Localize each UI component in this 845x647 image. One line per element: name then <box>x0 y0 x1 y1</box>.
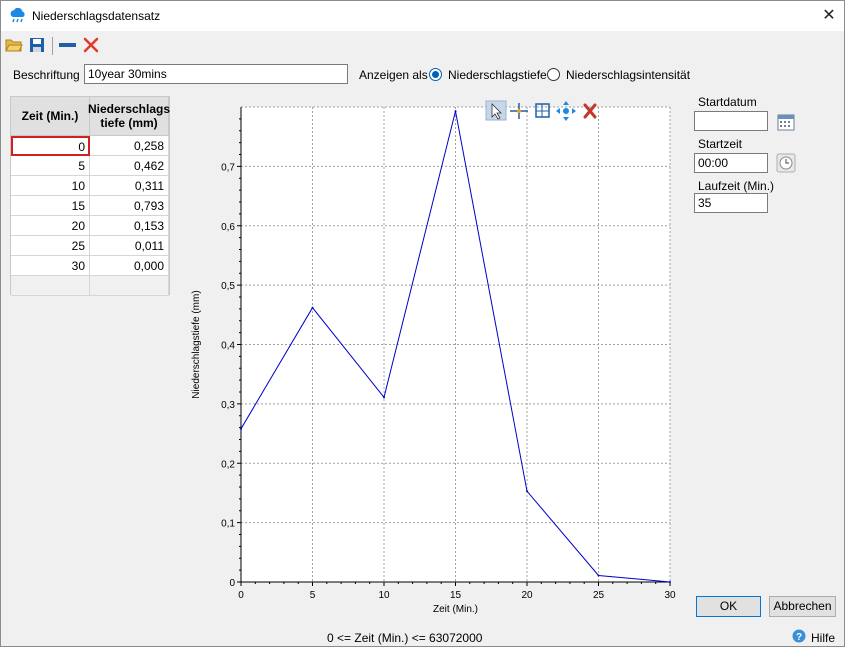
table-row: 5 0,462 <box>11 156 169 176</box>
clock-icon[interactable] <box>776 153 796 173</box>
anzeigen-label: Anzeigen als <box>359 68 428 82</box>
table-cell-tiefe[interactable]: 0,000 <box>90 256 169 276</box>
y-tick-label: 0,1 <box>221 519 235 530</box>
open-folder-icon[interactable] <box>5 36 25 56</box>
beschriftung-label: Beschriftung <box>13 68 80 82</box>
help-icon[interactable]: ? <box>792 629 806 643</box>
data-point <box>454 110 457 113</box>
help-link[interactable]: Hilfe <box>811 631 835 645</box>
cancel-button[interactable]: Abbrechen <box>769 596 836 617</box>
table-cell-zeit[interactable]: 15 <box>11 196 90 216</box>
radio-niederschlagstiefe[interactable] <box>429 68 442 81</box>
save-icon[interactable] <box>28 36 48 56</box>
data-point <box>311 306 314 309</box>
table-cell-zeit[interactable]: 5 <box>11 156 90 176</box>
remove-row-icon[interactable] <box>58 36 78 56</box>
option-niederschlagstiefe-label: Niederschlagstiefe <box>448 68 547 82</box>
y-tick-label: 0,4 <box>221 341 235 352</box>
table-row: 20 0,153 <box>11 216 169 236</box>
data-point <box>526 490 528 493</box>
y-tick-label: 0,6 <box>221 222 235 233</box>
x-axis-label: Zeit (Min.) <box>433 604 478 615</box>
table-cell-zeit[interactable]: 30 <box>11 256 90 276</box>
option-niederschlagsintensitaet-label: Niederschlagsintensität <box>566 68 691 82</box>
startzeit-label: Startzeit <box>698 137 743 151</box>
data-point <box>383 396 385 399</box>
table-cell-zeit[interactable]: 20 <box>11 216 90 236</box>
table-cell-tiefe[interactable]: 0,462 <box>90 156 169 176</box>
dialog-window: Niederschlagsdatensatz ✕ Beschriftung 10… <box>0 0 845 647</box>
x-tick-label: 10 <box>378 590 390 601</box>
table-row: 0 0,258 <box>11 136 169 156</box>
startdatum-label: Startdatum <box>698 95 757 109</box>
data-point <box>669 581 671 583</box>
table-cell-tiefe[interactable]: 0,011 <box>90 236 169 256</box>
x-tick-label: 25 <box>593 590 605 601</box>
delete-icon[interactable] <box>82 36 102 56</box>
window-title: Niederschlagsdatensatz <box>32 9 161 23</box>
table-cell-zeit[interactable]: 10 <box>11 176 90 196</box>
close-button[interactable]: ✕ <box>814 1 844 31</box>
startzeit-input[interactable]: 00:00 <box>694 153 768 173</box>
x-tick-label: 30 <box>664 590 676 601</box>
y-tick-label: 0,7 <box>221 162 235 173</box>
table-row: 30 0,000 <box>11 256 169 276</box>
table-row: 10 0,311 <box>11 176 169 196</box>
y-tick-label: 0,2 <box>221 459 235 470</box>
status-bar: 0 <= Zeit (Min.) <= 63072000 ? Hilfe <box>1 626 844 646</box>
range-status-text: 0 <= Zeit (Min.) <= 63072000 <box>327 631 483 645</box>
ok-button[interactable]: OK <box>696 596 761 617</box>
table-row: 15 0,793 <box>11 196 169 216</box>
precipitation-chart: 0 0,1 0,2 0,3 0,4 0,5 0,6 0,7 0 5 10 15 20 25 30 Zeit (… <box>191 100 676 615</box>
table-cell-tiefe[interactable]: 0,793 <box>90 196 169 216</box>
table-cell-zeit[interactable]: 0 <box>11 136 90 156</box>
table-cell-new-tiefe[interactable] <box>90 276 169 296</box>
table-cell-tiefe[interactable]: 0,258 <box>90 136 169 156</box>
x-tick-label: 20 <box>521 590 533 601</box>
data-point <box>240 427 242 430</box>
data-table: Zeit (Min.) Niederschlags tiefe (mm) 0 0… <box>10 96 170 296</box>
title-bar: Niederschlagsdatensatz ✕ <box>1 1 844 31</box>
calendar-icon[interactable] <box>776 112 796 132</box>
x-tick-label: 15 <box>450 590 462 601</box>
pointer-icon[interactable] <box>485 100 507 121</box>
startdatum-input[interactable] <box>694 111 768 131</box>
rain-cloud-icon <box>9 7 27 27</box>
toolbar <box>1 33 844 57</box>
column-header-tiefe[interactable]: Niederschlags tiefe (mm) <box>88 97 170 136</box>
table-cell-tiefe[interactable]: 0,153 <box>90 216 169 236</box>
y-tick-label: 0,5 <box>221 281 235 292</box>
laufzeit-label: Laufzeit (Min.) <box>698 179 775 193</box>
y-tick-label: 0 <box>229 578 235 589</box>
beschriftung-input[interactable]: 10year 30mins <box>84 64 348 84</box>
table-cell-tiefe[interactable]: 0,311 <box>90 176 169 196</box>
y-axis-label: Niederschlagstiefe (mm) <box>191 290 202 398</box>
table-cell-zeit[interactable]: 25 <box>11 236 90 256</box>
radio-niederschlagsintensitaet[interactable] <box>547 68 560 81</box>
table-row: 25 0,011 <box>11 236 169 256</box>
data-point <box>597 574 600 577</box>
y-tick-label: 0,3 <box>221 400 235 411</box>
laufzeit-input[interactable]: 35 <box>694 193 768 213</box>
column-header-zeit[interactable]: Zeit (Min.) <box>11 97 90 136</box>
x-tick-label: 0 <box>238 590 244 601</box>
table-row-new <box>11 276 169 296</box>
svg-text:?: ? <box>796 632 802 643</box>
x-tick-label: 5 <box>310 590 316 601</box>
table-cell-new-zeit[interactable] <box>11 276 90 296</box>
